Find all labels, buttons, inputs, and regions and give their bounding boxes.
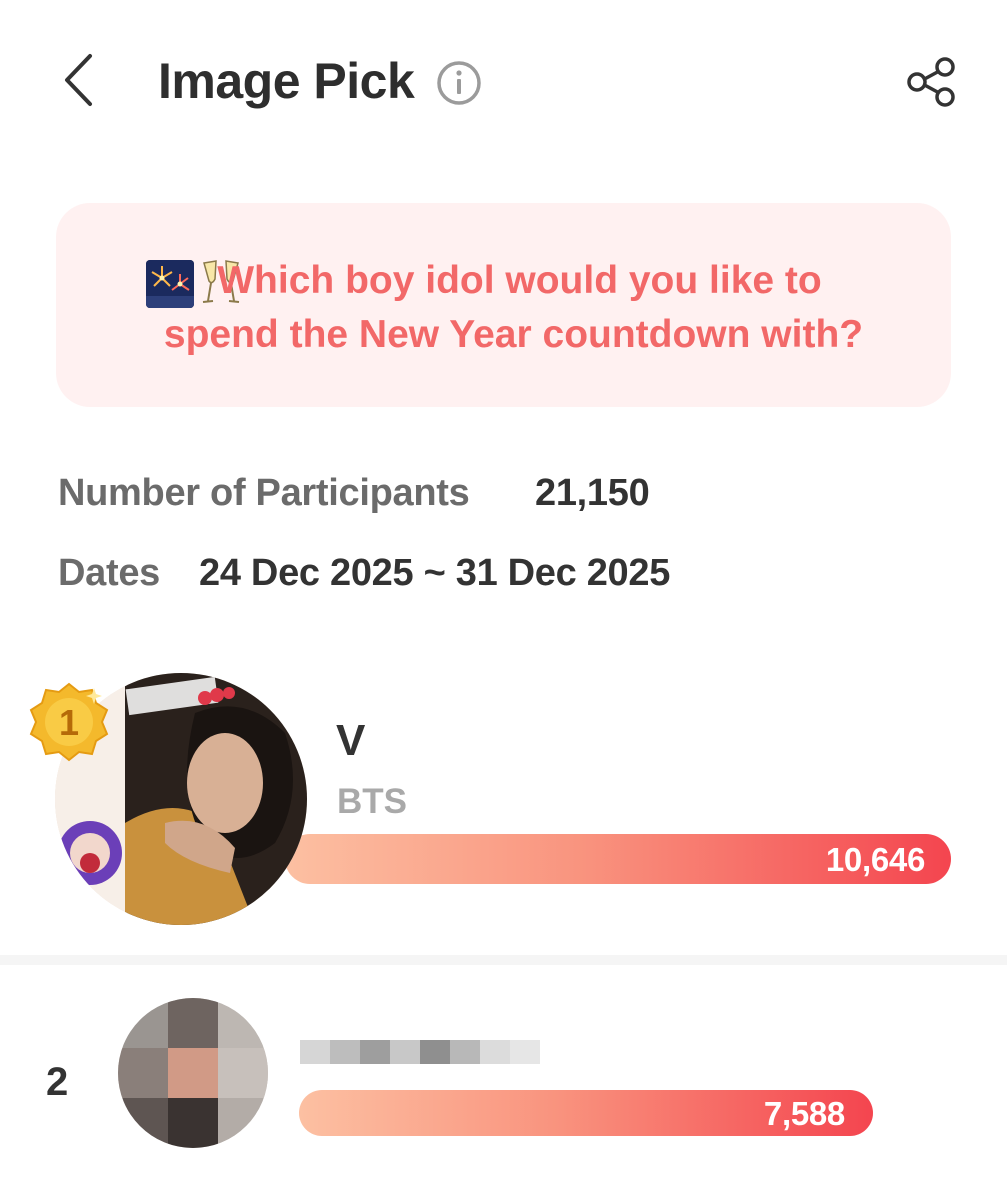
idol-group: BTS bbox=[337, 782, 407, 821]
rank-number: 2 bbox=[46, 1060, 69, 1104]
participants-label: Number of Participants bbox=[58, 472, 470, 514]
dates-value: 24 Dec 2025 ~ 31 Dec 2025 bbox=[199, 552, 671, 594]
top-bar: Image Pick bbox=[0, 0, 1007, 165]
question-banner: Which boy idol would you like to spend t… bbox=[56, 203, 951, 407]
dates-label: Dates bbox=[58, 552, 160, 594]
gold-medal-rank-1-icon: 1 bbox=[26, 678, 112, 764]
divider bbox=[0, 955, 1007, 965]
share-button[interactable] bbox=[904, 54, 960, 110]
idol-name-blurred bbox=[300, 1040, 560, 1064]
participants-count: 21,150 bbox=[535, 472, 650, 514]
share-icon bbox=[907, 57, 955, 107]
page-title: Image Pick bbox=[158, 53, 415, 109]
question-text-line-1: Which boy idol would you like to bbox=[217, 259, 822, 302]
question-text-line-2: spend the New Year countdown with? bbox=[163, 313, 864, 356]
result-item-rank-2[interactable]: 2 7,588 bbox=[0, 990, 1007, 1190]
info-button[interactable] bbox=[436, 60, 482, 106]
svg-text:1: 1 bbox=[59, 702, 79, 743]
back-button[interactable] bbox=[52, 50, 112, 110]
idol-name: V bbox=[336, 716, 366, 765]
info-icon bbox=[437, 61, 481, 105]
avatar-blurred bbox=[118, 998, 268, 1148]
result-item-rank-1[interactable]: 10,646 1 V BTS bbox=[0, 668, 1007, 938]
vote-count: 10,646 bbox=[825, 841, 925, 878]
vote-bar: 7,588 bbox=[299, 1090, 873, 1136]
chevron-left-icon bbox=[65, 54, 92, 106]
vote-bar: 10,646 bbox=[285, 834, 951, 884]
vote-count: 7,588 bbox=[763, 1095, 845, 1132]
